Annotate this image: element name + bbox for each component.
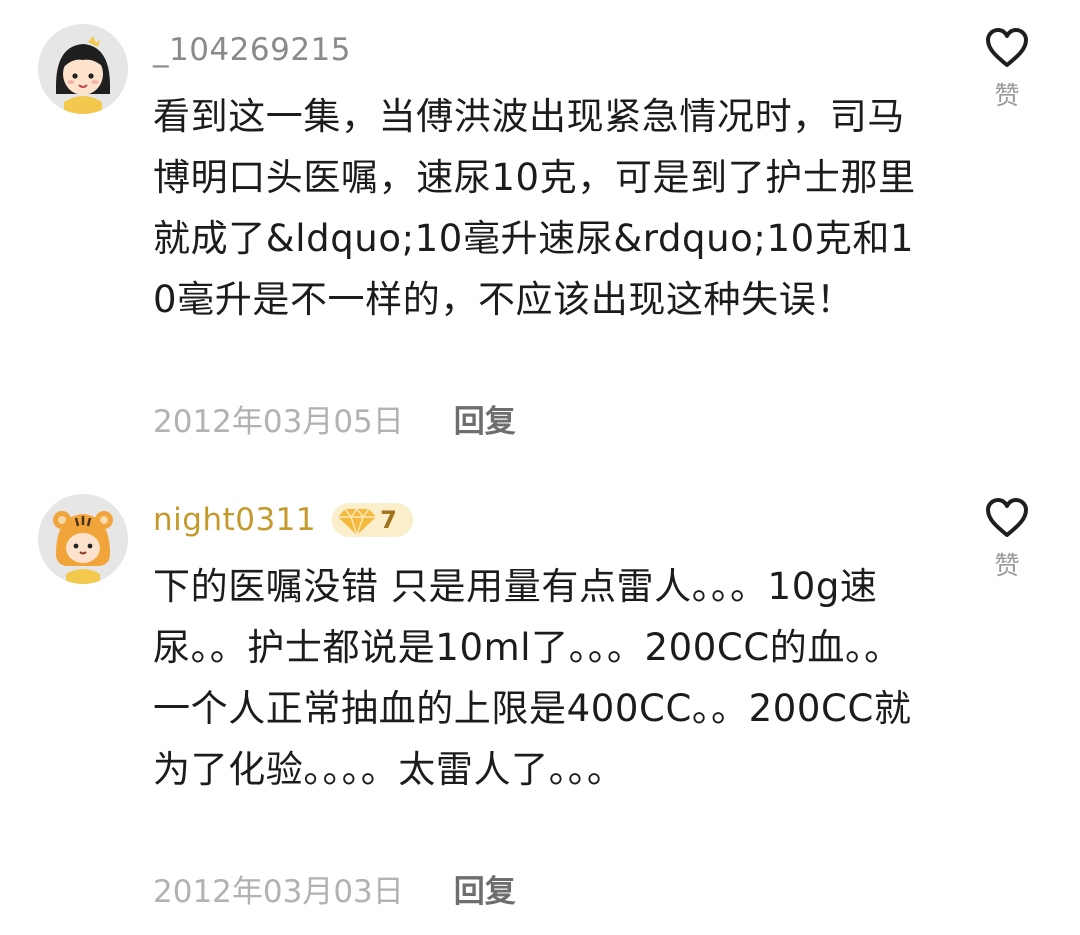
like-label: 赞: [994, 551, 1020, 580]
reply-button[interactable]: 回复: [454, 396, 516, 441]
comment-date: 2012年03月05日: [153, 403, 404, 440]
tiger-avatar-icon: [38, 494, 128, 584]
comment-item: night0311 7 下的医嘱没错 只是用量有点雷人。。。10g速尿。。护士都…: [0, 470, 1080, 935]
level-badge: 7: [332, 503, 413, 537]
comment-text: 看到这一集，当傅洪波出现紧急情况时，司马博明口头医嘱，速尿10克，可是到了护士那…: [153, 95, 916, 321]
level-number: 7: [380, 506, 397, 534]
comment-meta: 2012年03月03日 回复: [153, 866, 516, 910]
heart-icon: [986, 498, 1028, 537]
like-button[interactable]: 赞: [976, 26, 1038, 112]
like-button[interactable]: 赞: [976, 496, 1038, 582]
reply-button[interactable]: 回复: [454, 866, 516, 911]
username-row: _104269215: [153, 28, 351, 72]
like-label: 赞: [994, 81, 1020, 110]
comment-item: _104269215 看到这一集，当傅洪波出现紧急情况时，司马博明口头医嘱，速尿…: [0, 0, 1080, 470]
username-link[interactable]: night0311: [153, 502, 316, 538]
user-avatar[interactable]: [38, 24, 128, 114]
comment-meta: 2012年03月05日 回复: [153, 396, 516, 440]
username-row: night0311 7: [153, 498, 413, 542]
diamond-icon: [338, 507, 377, 537]
username-link[interactable]: _104269215: [153, 32, 351, 68]
user-avatar[interactable]: [38, 494, 128, 584]
comment-text: 下的医嘱没错 只是用量有点雷人。。。10g速尿。。护士都说是10ml了。。。20…: [153, 565, 912, 791]
heart-icon: [986, 28, 1028, 67]
girl-avatar-icon: [38, 24, 128, 114]
comment-date: 2012年03月03日: [153, 873, 404, 910]
